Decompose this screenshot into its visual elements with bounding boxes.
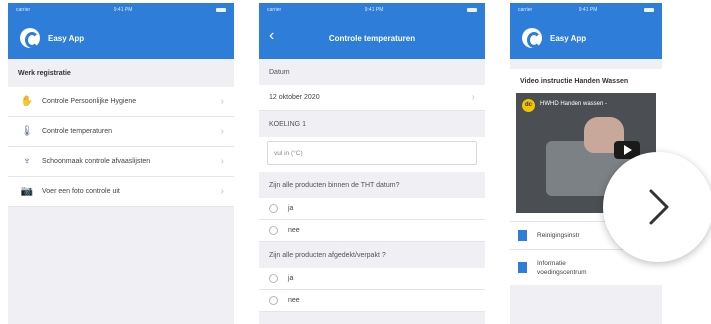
status-time: 9:41 PM bbox=[578, 7, 598, 13]
phone-screen-temperature: carrier 9:41 PM ‹ Controle temperaturen … bbox=[259, 3, 485, 324]
radio-option-nee[interactable]: nee bbox=[259, 290, 485, 312]
app-title: Easy App bbox=[550, 33, 587, 43]
battery-icon bbox=[643, 8, 654, 12]
date-value: 12 oktober 2020 bbox=[269, 94, 320, 101]
status-time: 9:41 PM bbox=[364, 7, 384, 13]
chevron-right-icon: › bbox=[471, 92, 475, 103]
koeling-label: KOELING 1 bbox=[269, 120, 306, 128]
date-field[interactable]: 12 oktober 2020 › bbox=[259, 85, 485, 111]
radio-option-ja[interactable]: ja bbox=[259, 268, 485, 290]
radio-option-ja[interactable]: ja bbox=[259, 198, 485, 220]
carrier-label: carrier bbox=[518, 7, 533, 13]
phone-screen-home: carrier 9:41 PM Easy App Werk registrati… bbox=[8, 3, 234, 324]
radio-label: ja bbox=[288, 205, 294, 212]
chevron-right-icon bbox=[649, 189, 669, 225]
radio-button[interactable] bbox=[269, 226, 278, 235]
list-item-photo[interactable]: 📷 Voer een foto controle uit › bbox=[8, 177, 234, 207]
question-tht: Zijn alle producten binnen de THT datum? bbox=[269, 181, 400, 189]
koeling-input-wrap: vul in (°C) bbox=[259, 137, 485, 172]
list-item-label: Controle temperaturen bbox=[42, 128, 113, 135]
list-item-cleaning[interactable]: ♆ Schoonmaak controle afvaaslijsten › bbox=[8, 147, 234, 177]
question-covered: Zijn alle producten afgedekt/verpakt ? bbox=[269, 251, 386, 259]
list-item-label: Voer een foto controle uit bbox=[42, 188, 120, 195]
channel-logo-icon: dc bbox=[522, 99, 535, 112]
nav-title: Controle temperaturen bbox=[328, 33, 416, 43]
status-bar: carrier 9:41 PM bbox=[510, 3, 662, 17]
app-logo-icon bbox=[20, 28, 40, 48]
app-logo-icon bbox=[522, 28, 542, 48]
carrier-label: carrier bbox=[267, 7, 282, 13]
radio-button[interactable] bbox=[269, 274, 278, 283]
list-item-temperature[interactable]: 🌡 Controle temperaturen › bbox=[8, 117, 234, 147]
document-label: Informatie voedingscentrum bbox=[537, 259, 587, 276]
video-title: HWHD Handen wassen - bbox=[540, 101, 608, 107]
status-bar: carrier 9:41 PM bbox=[8, 3, 234, 17]
list-item-label: Schoonmaak controle afvaaslijsten bbox=[42, 158, 151, 165]
nav-row: ‹ Controle temperaturen bbox=[259, 17, 485, 59]
document-label: Reinigingsinstr bbox=[537, 232, 580, 239]
hygiene-icon: ✋ bbox=[20, 96, 34, 107]
task-list: ✋ Controle Persoonlijke Hygiene › 🌡 Cont… bbox=[8, 87, 234, 207]
app-store-screenshots: carrier 9:41 PM Easy App Werk registrati… bbox=[0, 0, 711, 324]
carrier-label: carrier bbox=[16, 7, 31, 13]
radio-label: nee bbox=[288, 227, 300, 234]
temperature-input[interactable]: vul in (°C) bbox=[267, 141, 477, 165]
document-icon bbox=[518, 230, 527, 241]
battery-icon bbox=[466, 8, 477, 12]
nav-row: Easy App bbox=[8, 17, 234, 59]
radio-label: ja bbox=[288, 275, 294, 282]
status-time: 9:41 PM bbox=[113, 7, 133, 13]
document-icon bbox=[518, 262, 527, 273]
section-header: Werk registratie bbox=[8, 59, 234, 87]
cleaning-icon: ♆ bbox=[23, 156, 31, 167]
top-bar: carrier 9:41 PM Easy App bbox=[8, 3, 234, 59]
top-bar: carrier 9:41 PM ‹ Controle temperaturen bbox=[259, 3, 485, 59]
card-title: Video instructie Handen Wassen bbox=[520, 77, 629, 85]
status-bar: carrier 9:41 PM bbox=[259, 3, 485, 17]
radio-label: nee bbox=[288, 297, 300, 304]
battery-icon bbox=[215, 8, 226, 12]
chevron-right-icon: › bbox=[220, 96, 224, 107]
chevron-right-icon: › bbox=[220, 186, 224, 197]
next-slide-button[interactable] bbox=[603, 152, 711, 262]
chevron-right-icon: › bbox=[220, 126, 224, 137]
chevron-right-icon: › bbox=[220, 156, 224, 167]
radio-button[interactable] bbox=[269, 296, 278, 305]
camera-icon: 📷 bbox=[20, 186, 34, 197]
radio-button[interactable] bbox=[269, 204, 278, 213]
list-item-hygiene[interactable]: ✋ Controle Persoonlijke Hygiene › bbox=[8, 87, 234, 117]
list-item-label: Controle Persoonlijke Hygiene bbox=[42, 98, 137, 105]
app-title: Easy App bbox=[48, 33, 85, 43]
date-label: Datum bbox=[269, 68, 290, 76]
nav-row: Easy App bbox=[510, 17, 662, 59]
radio-option-nee[interactable]: nee bbox=[259, 220, 485, 242]
top-bar: carrier 9:41 PM Easy App bbox=[510, 3, 662, 59]
thermometer-icon: 🌡 bbox=[20, 126, 34, 137]
